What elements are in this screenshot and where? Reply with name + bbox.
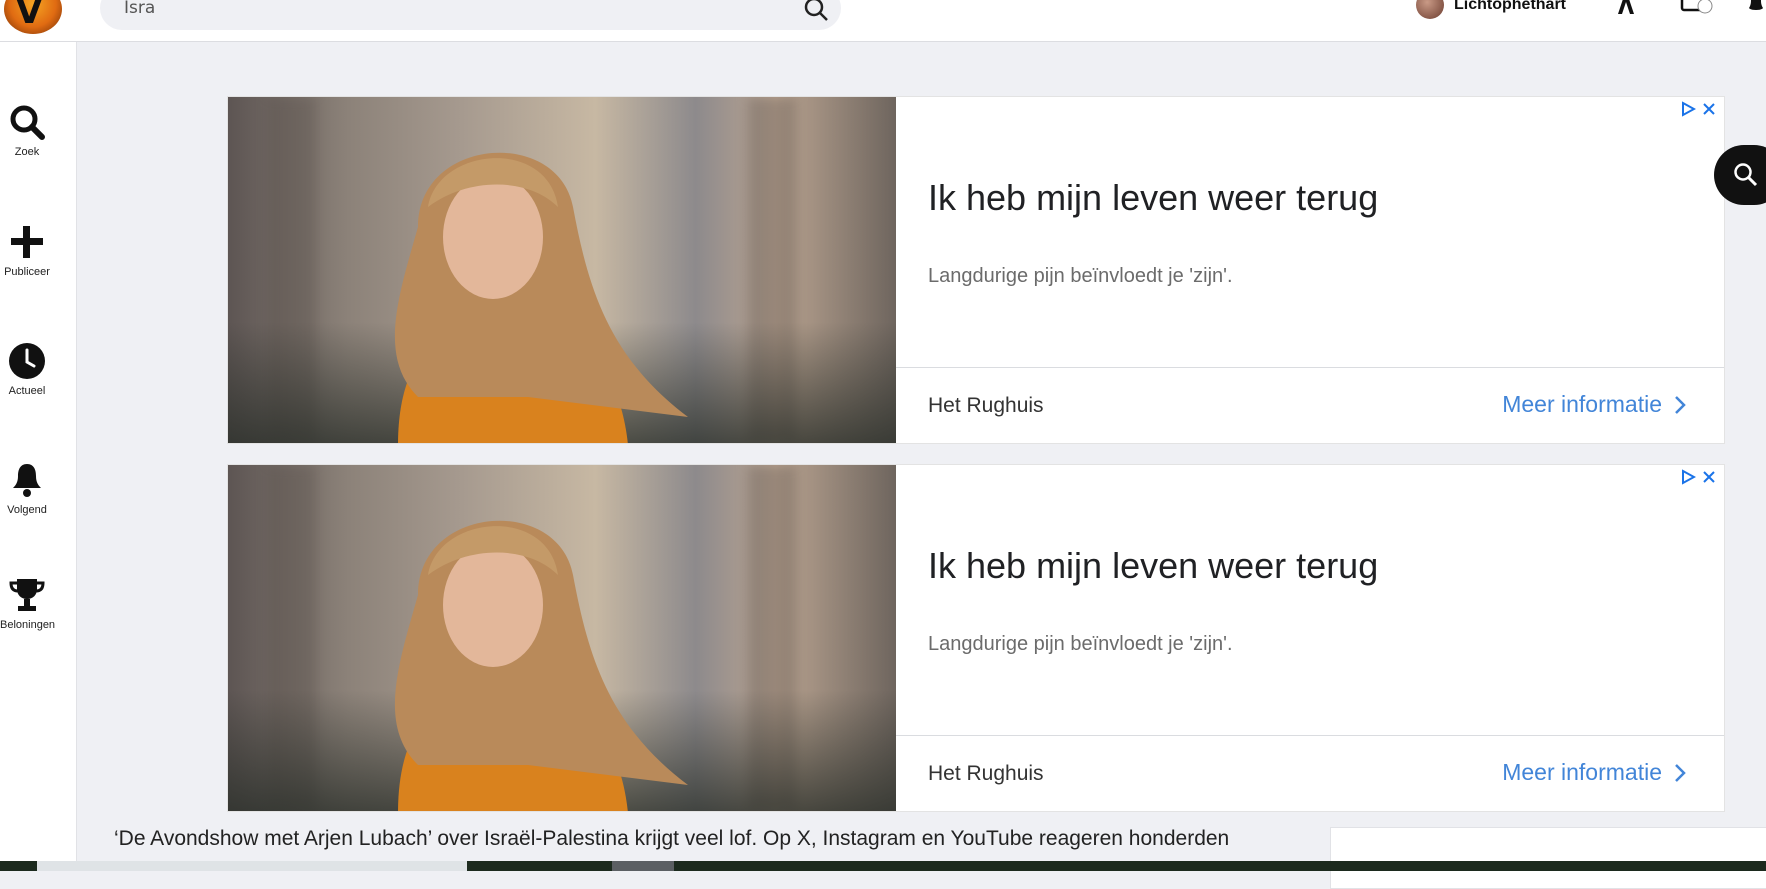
- sidebar-item-label: Volgend: [7, 504, 47, 516]
- sidebar-item-label: Actueel: [8, 385, 46, 397]
- sidebar-item-publiceer[interactable]: Publiceer: [0, 222, 54, 278]
- ad-description: Langdurige pijn beïnvloedt je 'zijn'.: [928, 633, 1233, 655]
- left-sidebar: Zoek Publiceer Actueel Volgend Beloninge…: [0, 42, 77, 871]
- floating-search-button[interactable]: [1714, 145, 1766, 205]
- username[interactable]: Lichtophethart: [1454, 0, 1566, 14]
- mail-icon[interactable]: [1680, 0, 1714, 18]
- taskbar: [0, 861, 1766, 871]
- user-menu[interactable]: Lichtophethart: [1416, 0, 1566, 20]
- notification-bell-icon[interactable]: [1746, 0, 1766, 18]
- ad-choices[interactable]: [1680, 101, 1716, 117]
- adchoices-icon[interactable]: [1680, 101, 1696, 117]
- search-icon[interactable]: [803, 0, 829, 26]
- ad-headline[interactable]: Ik heb mijn leven weer terug: [928, 177, 1378, 219]
- more-info-button[interactable]: Meer informatie: [1502, 391, 1686, 418]
- close-icon[interactable]: [1702, 470, 1716, 484]
- more-info-button[interactable]: Meer informatie: [1502, 759, 1686, 786]
- plus-icon: [0, 222, 54, 262]
- avatar[interactable]: [1416, 0, 1444, 19]
- chevron-right-icon: [1675, 395, 1686, 414]
- ad-image[interactable]: [228, 465, 896, 811]
- site-logo[interactable]: V: [4, 0, 62, 34]
- ad-divider: [896, 367, 1724, 368]
- advertisement[interactable]: Ik heb mijn leven weer terug Langdurige …: [227, 464, 1725, 812]
- sidebar-item-label: Beloningen: [0, 619, 56, 631]
- chevron-right-icon: [1675, 763, 1686, 782]
- side-card[interactable]: [1330, 827, 1766, 889]
- bell-icon: [0, 460, 54, 500]
- advertisement[interactable]: Ik heb mijn leven weer terug Langdurige …: [227, 96, 1725, 444]
- search-icon: [0, 102, 54, 142]
- sidebar-item-actueel[interactable]: Actueel: [0, 341, 54, 397]
- top-bar: V Isra Lichtophethart: [0, 0, 1766, 42]
- ad-divider: [896, 735, 1724, 736]
- sidebar-item-label: Publiceer: [4, 266, 50, 278]
- ad-advertiser[interactable]: Het Rughuis: [928, 762, 1044, 786]
- sidebar-item-beloningen[interactable]: Beloningen: [0, 575, 56, 631]
- trophy-icon: [0, 575, 54, 615]
- close-icon[interactable]: [1702, 102, 1716, 116]
- profile-figure-icon[interactable]: [1612, 0, 1640, 18]
- more-info-label: Meer informatie: [1502, 391, 1662, 417]
- article-snippet[interactable]: ‘De Avondshow met Arjen Lubach’ over Isr…: [114, 827, 1229, 851]
- search-input[interactable]: Isra: [124, 0, 155, 17]
- ad-headline[interactable]: Ik heb mijn leven weer terug: [928, 545, 1378, 587]
- adchoices-icon[interactable]: [1680, 469, 1696, 485]
- sidebar-item-zoek[interactable]: Zoek: [0, 102, 54, 158]
- sidebar-item-volgend[interactable]: Volgend: [0, 460, 54, 516]
- sidebar-item-label: Zoek: [14, 146, 40, 158]
- search-icon: [1732, 161, 1760, 193]
- ad-advertiser[interactable]: Het Rughuis: [928, 394, 1044, 418]
- ad-image[interactable]: [228, 97, 896, 443]
- taskbar-item[interactable]: [612, 861, 674, 871]
- ad-description: Langdurige pijn beïnvloedt je 'zijn'.: [928, 265, 1233, 287]
- search-bar[interactable]: Isra: [100, 0, 841, 30]
- ad-choices[interactable]: [1680, 469, 1716, 485]
- taskbar-item[interactable]: [37, 861, 467, 871]
- more-info-label: Meer informatie: [1502, 759, 1662, 785]
- clock-icon: [0, 341, 54, 381]
